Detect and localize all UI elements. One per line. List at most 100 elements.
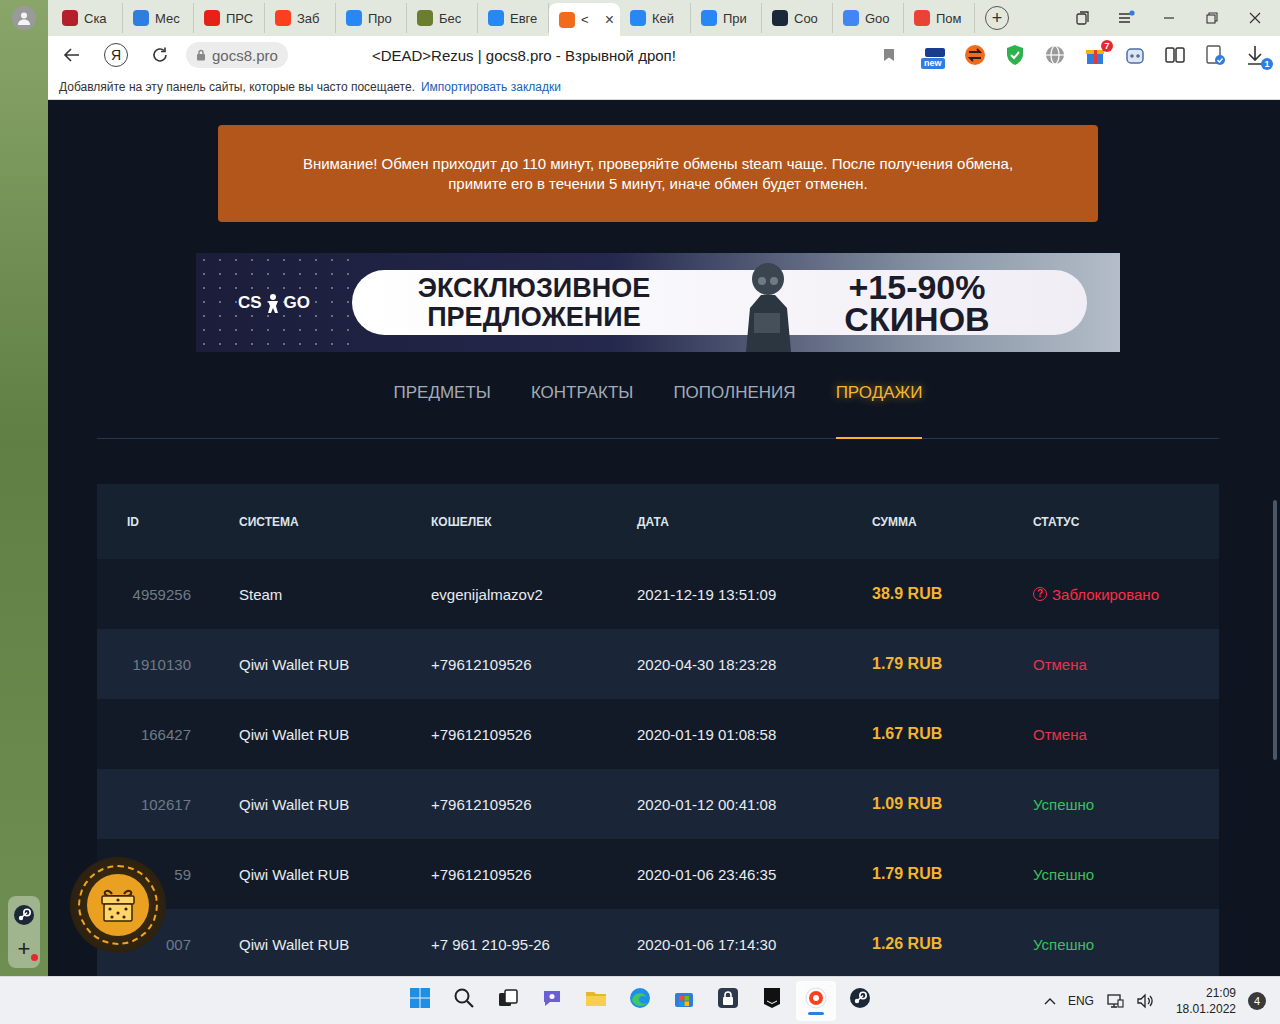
browser-tab[interactable]: Кей [620, 3, 691, 33]
gift-extension[interactable]: 7 [1083, 40, 1107, 70]
close-button[interactable] [1233, 0, 1276, 36]
import-bookmarks-link[interactable]: Импортировать закладки [421, 80, 561, 94]
browser-tab[interactable]: ПРС [194, 3, 265, 33]
language-button[interactable]: ENG [1068, 991, 1094, 1011]
browser-tab[interactable]: Пом [904, 3, 975, 33]
scrollbar-thumb[interactable] [1273, 500, 1277, 760]
side-panel-extension[interactable] [1163, 40, 1187, 70]
document-check-icon [1204, 44, 1226, 66]
start-taskbar-button[interactable] [400, 981, 440, 1021]
explorer-taskbar-button[interactable] [576, 981, 616, 1021]
browser-tab[interactable]: При [691, 3, 762, 33]
lock-app-taskbar-button[interactable] [708, 981, 748, 1021]
protect-extension[interactable] [1003, 40, 1027, 70]
app-extension[interactable] [1123, 40, 1147, 70]
omnibox[interactable]: gocs8.pro <DEAD>Rezus | gocs8.pro - Взры… [186, 40, 899, 70]
date-cell: 2020-01-12 00:41:08 [637, 796, 872, 813]
yandex-browser-icon [805, 987, 827, 1009]
notifications-badge[interactable]: 4 [1248, 992, 1266, 1010]
store-taskbar-button[interactable] [664, 981, 704, 1021]
back-button[interactable] [54, 40, 90, 70]
browser-tab[interactable]: < × [549, 3, 620, 36]
gift-button[interactable] [70, 857, 166, 953]
new-badge: new [921, 58, 945, 69]
folder-icon [585, 987, 607, 1009]
promo-banner[interactable]: CS GO ЭКСКЛЮЗИВНОЕПРЕДЛОЖЕНИЕ +15-90%СКИ… [196, 253, 1120, 352]
page-scrollbar [1268, 100, 1280, 976]
window-controls [1061, 0, 1280, 36]
sidebar-add-button[interactable]: + [11, 936, 37, 962]
nav-tab[interactable]: ПРЕДМЕТЫ [394, 380, 491, 439]
steam-taskbar-button[interactable] [840, 981, 880, 1021]
chevron-up-icon [1044, 997, 1056, 1005]
tray-overflow-button[interactable] [1044, 991, 1056, 1011]
wallet-cell: evgenijalmazov2 [431, 586, 637, 603]
tab-label: Про [368, 11, 392, 26]
minimize-icon [1163, 12, 1175, 24]
menu-button[interactable] [1104, 0, 1147, 36]
browser-tab[interactable]: Евге [478, 3, 549, 33]
favicon-icon [630, 10, 646, 26]
close-icon [1249, 12, 1261, 24]
page-title: <DEAD>Rezus | gocs8.pro - Взрывной дроп! [372, 47, 676, 64]
site-host[interactable]: gocs8.pro [186, 42, 288, 68]
browser-tab[interactable]: Goo [833, 3, 904, 33]
clock[interactable]: 21:09 18.01.2022 [1176, 985, 1236, 1017]
tabs-menu-button[interactable] [1061, 0, 1104, 36]
sync-extension[interactable] [963, 40, 987, 70]
column-header: ID [127, 515, 239, 529]
taskbar-apps [400, 981, 880, 1021]
translate-extension[interactable] [1203, 40, 1227, 70]
steam-icon [13, 904, 35, 926]
search-taskbar-button[interactable] [444, 981, 484, 1021]
browser-tab[interactable]: Заб [265, 3, 336, 33]
shield-icon [1005, 44, 1025, 66]
edge-icon [629, 987, 651, 1009]
column-header: КОШЕЛЕК [431, 515, 637, 529]
nav-tab[interactable]: ПОПОЛНЕНИЯ [673, 380, 795, 439]
browser-tab[interactable]: Соо [762, 3, 833, 33]
table-row: 007 Qiwi Wallet RUB +7 961 210-95-26 202… [97, 909, 1219, 976]
task-view-taskbar-button[interactable] [488, 981, 528, 1021]
network-icon [1106, 993, 1124, 1009]
tab-label: Ска [84, 11, 107, 26]
volume-button[interactable] [1136, 991, 1154, 1011]
system-cell: Qiwi Wallet RUB [239, 656, 431, 673]
tab-close-button[interactable]: × [605, 11, 614, 29]
system-cell: Qiwi Wallet RUB [239, 796, 431, 813]
column-header: СИСТЕМА [239, 515, 431, 529]
reload-button[interactable] [142, 40, 178, 70]
restore-button[interactable] [1190, 0, 1233, 36]
sidebar-panel: + [8, 896, 40, 968]
favicon-icon [559, 12, 575, 28]
minimize-button[interactable] [1147, 0, 1190, 36]
epic-taskbar-button[interactable] [752, 981, 792, 1021]
csgo-logo: CS GO [196, 253, 352, 352]
profile-button[interactable] [12, 6, 36, 30]
chat-taskbar-button[interactable] [532, 981, 572, 1021]
yandex-button[interactable]: Я [98, 40, 134, 70]
vpn-extension[interactable] [1043, 40, 1067, 70]
browser-tab[interactable]: Ска [52, 3, 123, 33]
browser-tab[interactable]: Бес [407, 3, 478, 33]
nav-tab[interactable]: КОНТРАКТЫ [531, 380, 633, 439]
bookmark-button[interactable] [879, 48, 899, 62]
new-tab-button[interactable]: + [985, 6, 1009, 30]
network-button[interactable] [1106, 991, 1124, 1011]
browser-sidebar: + [0, 0, 48, 976]
nav-tab[interactable]: ПРОДАЖИ [836, 380, 923, 439]
browser-tab[interactable]: Про [336, 3, 407, 33]
yandex-taskbar-button[interactable] [796, 981, 836, 1021]
tab-label: Goo [865, 11, 890, 26]
downloads-button[interactable]: 1 [1243, 40, 1267, 70]
browser-window: + Ска Мес ПРС Заб Про Бес Евге < × Кей П… [0, 0, 1280, 976]
news-extension[interactable]: new [923, 40, 947, 70]
status-cell: Отмена [1033, 656, 1189, 673]
status-text: Отмена [1033, 656, 1087, 673]
steam-sidebar-button[interactable] [11, 902, 37, 928]
status-text: Успешно [1033, 936, 1094, 953]
browser-tab[interactable]: Мес [123, 3, 194, 33]
headline-line: ПРЕДЛОЖЕНИЕ [427, 303, 641, 332]
favicon-icon [701, 10, 717, 26]
edge-taskbar-button[interactable] [620, 981, 660, 1021]
